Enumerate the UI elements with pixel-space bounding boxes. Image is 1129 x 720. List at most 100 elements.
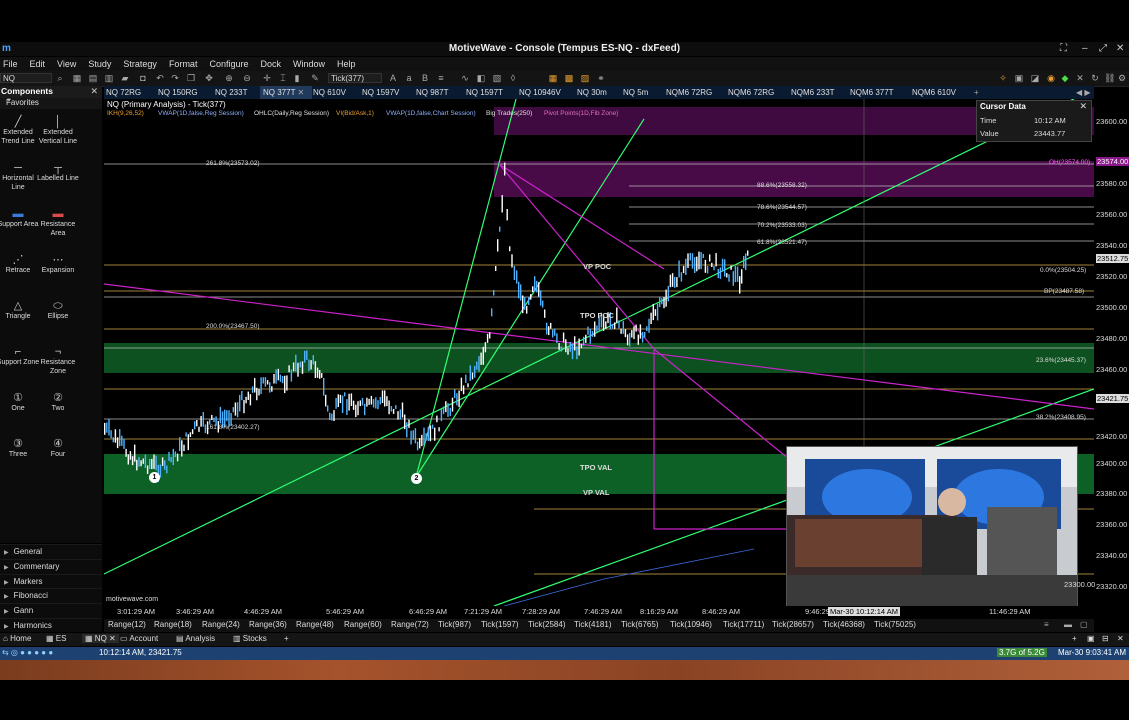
redo-icon[interactable]: ↷ xyxy=(170,73,180,83)
profile-icon[interactable]: ▨ xyxy=(580,73,590,83)
link-icon[interactable]: ⚭ xyxy=(596,73,606,83)
tab-nq-377t[interactable]: NQ 377T ✕ xyxy=(260,86,312,99)
tool-two[interactable]: ② Two xyxy=(36,391,80,414)
close-tab-icon[interactable]: ✕ xyxy=(298,88,305,97)
window-icon[interactable]: ▣ xyxy=(1087,634,1095,643)
chart-type-icon[interactable]: ▦ xyxy=(548,73,558,83)
tab-nq-610v[interactable]: NQ 610V xyxy=(313,86,346,99)
bar-type-item[interactable]: Tick(10946) xyxy=(670,620,712,629)
study-vwap-reg[interactable]: VWAP(1D,false,Reg Session) xyxy=(158,110,244,117)
account-tab[interactable]: ▭ Account xyxy=(120,634,158,643)
bar-type-item[interactable]: Range(72) xyxy=(391,620,429,629)
crosshair-tool-icon[interactable]: ✥ xyxy=(204,73,214,83)
nq-tab[interactable]: ▦ NQ ✕ xyxy=(82,634,119,643)
wave-marker-2[interactable]: 2 xyxy=(411,473,422,484)
tool-support-area[interactable]: ▬ Support Area xyxy=(0,207,40,230)
home-tab[interactable]: ⌂ Home xyxy=(3,634,31,643)
tool-f-icon[interactable]: ✕ xyxy=(1075,73,1085,83)
tab-nqm6-72rg-a[interactable]: NQM6 72RG xyxy=(666,86,712,99)
stocks-tab[interactable]: ▥ Stocks xyxy=(233,634,267,643)
close-workspace-icon[interactable]: ✕ xyxy=(1117,634,1124,643)
pencil-icon[interactable]: ✎ xyxy=(310,73,320,83)
tool-labelled-line[interactable]: ┬ Labelled Line xyxy=(36,161,80,184)
menu-format[interactable]: Format xyxy=(169,57,198,71)
menu-study[interactable]: Study xyxy=(88,57,111,71)
tab-nqm6-610v[interactable]: NQM6 610V xyxy=(912,86,956,99)
volume-icon[interactable]: ▩ xyxy=(564,73,574,83)
tool-ellipse[interactable]: ⬭ Ellipse xyxy=(36,299,80,322)
tool-triangle[interactable]: △ Triangle xyxy=(0,299,40,322)
save-icon[interactable]: ▤ xyxy=(88,73,98,83)
depth-icon[interactable]: ◧ xyxy=(476,73,486,83)
menu-view[interactable]: View xyxy=(57,57,76,71)
menu-help[interactable]: Help xyxy=(337,57,356,71)
tab-nq-987t[interactable]: NQ 987T xyxy=(416,86,448,99)
undo-icon[interactable]: ↶ xyxy=(155,73,165,83)
font-icon[interactable]: A xyxy=(388,73,398,83)
bar-type-item[interactable]: Tick(17711) xyxy=(723,620,764,629)
price-axis[interactable]: 23600.00 23580.00 23560.00 23540.00 2352… xyxy=(1064,99,1129,609)
maximize-icon[interactable]: ⤢ xyxy=(1099,43,1107,54)
bar-type-item[interactable]: Range(60) xyxy=(344,620,382,629)
bar-type-item[interactable]: Range(48) xyxy=(296,620,334,629)
add-icon[interactable]: + xyxy=(1072,634,1077,643)
time-axis[interactable]: 3:01:29 AM 3:46:29 AM 4:46:29 AM 5:46:29… xyxy=(104,606,1094,618)
minimize-icon[interactable]: – xyxy=(1082,43,1088,54)
tab-nq-1597v[interactable]: NQ 1597V xyxy=(362,86,399,99)
tool-d-icon[interactable]: ◉ xyxy=(1046,73,1056,83)
study-ikh[interactable]: IKH(9,26,52) xyxy=(107,110,144,117)
bar-type-item[interactable]: Range(12) xyxy=(108,620,146,629)
tool-c-icon[interactable]: ◪ xyxy=(1030,73,1040,83)
link-chain-icon[interactable]: ⛓ xyxy=(1104,73,1115,83)
study-vi[interactable]: VI(Bid/Ask,1) xyxy=(336,110,374,117)
category-general[interactable]: ▶ General xyxy=(0,544,102,559)
close-window-icon[interactable]: ✕ xyxy=(1116,43,1124,54)
category-gann[interactable]: ▶ Gann xyxy=(0,603,102,618)
tool-b-icon[interactable]: ▣ xyxy=(1014,73,1024,83)
collapse-icon[interactable]: ▬ xyxy=(1064,620,1072,629)
tab-nq-30m[interactable]: NQ 30m xyxy=(577,86,607,99)
favorites-section[interactable]: ▼ Favorites xyxy=(0,98,102,109)
bar-size-select[interactable]: Tick(377) xyxy=(328,73,382,83)
category-markers[interactable]: ▶ Markers xyxy=(0,574,102,589)
tool-horizontal-line[interactable]: ─ Horizontal Line xyxy=(0,161,40,192)
search-icon[interactable]: ⌕ xyxy=(55,73,65,83)
bar-type-item[interactable]: Tick(75025) xyxy=(874,620,916,629)
close-cursor-data-icon[interactable]: ✕ xyxy=(1079,101,1087,112)
bar-type-item[interactable]: Range(36) xyxy=(249,620,287,629)
settings-icon[interactable]: ⚙ xyxy=(1117,73,1127,83)
bar-type-item[interactable]: Tick(4181) xyxy=(574,620,612,629)
bar-type-item[interactable]: Range(18) xyxy=(154,620,192,629)
zoom-in-icon[interactable]: ⊕ xyxy=(224,73,234,83)
bold-icon[interactable]: B xyxy=(420,73,430,83)
menu-window[interactable]: Window xyxy=(293,57,325,71)
tab-nqm6-72rg-b[interactable]: NQM6 72RG xyxy=(728,86,774,99)
tool-three[interactable]: ③ Three xyxy=(0,437,40,460)
grid-icon[interactable]: ▦ xyxy=(72,73,82,83)
bar-type-item[interactable]: Tick(6765) xyxy=(621,620,659,629)
add-tab-icon[interactable]: + xyxy=(974,86,979,99)
alert-icon[interactable]: ◊ xyxy=(508,73,518,83)
tool-one[interactable]: ① One xyxy=(0,391,40,414)
analysis-tab[interactable]: ▤ Analysis xyxy=(176,634,215,643)
category-fibonacci[interactable]: ▶ Fibonacci xyxy=(0,588,102,603)
tab-nq-233t[interactable]: NQ 233T xyxy=(215,86,247,99)
tab-scroll-icon[interactable]: ◀ ▶ xyxy=(1076,86,1091,99)
tab-nq-5m[interactable]: NQ 5m xyxy=(623,86,648,99)
bar-type-item[interactable]: Range(24) xyxy=(202,620,240,629)
tool-resistance-zone[interactable]: ¬ Resistance Zone xyxy=(36,345,80,376)
tool-expansion[interactable]: ⋯ Expansion xyxy=(36,253,80,276)
symbol-select[interactable]: NQ xyxy=(0,73,52,83)
menu-strategy[interactable]: Strategy xyxy=(123,57,157,71)
tab-nqm6-377t[interactable]: NQM6 377T xyxy=(850,86,894,99)
category-commentary[interactable]: ▶ Commentary xyxy=(0,559,102,574)
menu-configure[interactable]: Configure xyxy=(209,57,248,71)
es-tab[interactable]: ▦ ES xyxy=(46,634,66,643)
font-small-icon[interactable]: a xyxy=(404,73,414,83)
line-style-icon[interactable]: ≡ xyxy=(436,73,446,83)
menu-dock[interactable]: Dock xyxy=(260,57,281,71)
study-ohlc[interactable]: OHLC(Daily,Reg Session) xyxy=(254,110,329,117)
bar-type-item[interactable]: Tick(1597) xyxy=(481,620,519,629)
tool-a-icon[interactable]: ✧ xyxy=(998,73,1008,83)
tool-extended-trend-line[interactable]: ╱ Extended Trend Line xyxy=(0,115,40,146)
